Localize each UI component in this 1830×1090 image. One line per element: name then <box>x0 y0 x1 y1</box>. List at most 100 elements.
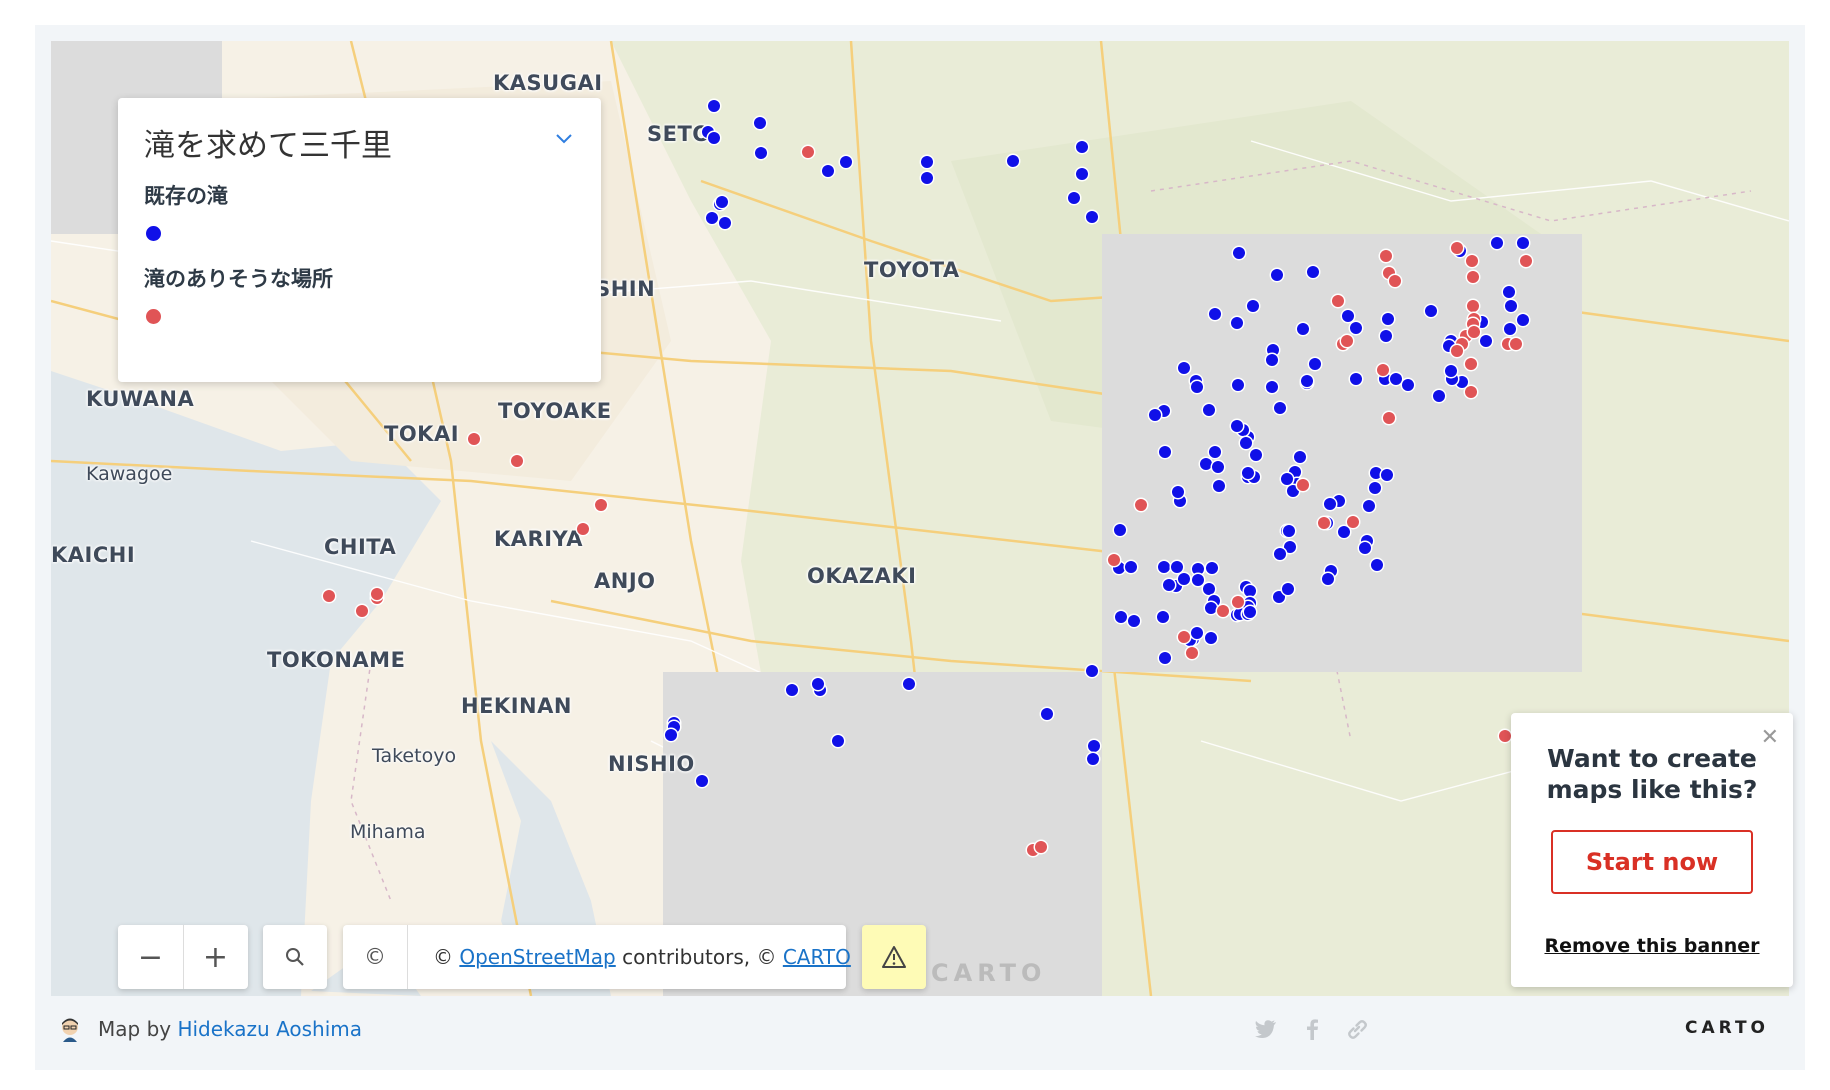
existing-waterfall-marker[interactable] <box>1007 155 1019 167</box>
existing-waterfall-marker[interactable] <box>1371 559 1383 571</box>
candidate-waterfall-marker[interactable] <box>802 146 814 158</box>
existing-waterfall-marker[interactable] <box>1205 602 1217 614</box>
candidate-waterfall-marker[interactable] <box>1186 647 1198 659</box>
existing-waterfall-marker[interactable] <box>1200 458 1212 470</box>
existing-waterfall-marker[interactable] <box>1076 168 1088 180</box>
existing-waterfall-marker[interactable] <box>840 156 852 168</box>
warning-button[interactable] <box>862 925 926 989</box>
candidate-waterfall-marker[interactable] <box>577 523 589 535</box>
existing-waterfall-marker[interactable] <box>1231 420 1243 432</box>
carto-link[interactable]: CARTO <box>783 945 851 969</box>
candidate-waterfall-marker[interactable] <box>1499 730 1511 742</box>
candidate-waterfall-marker[interactable] <box>468 433 480 445</box>
existing-waterfall-marker[interactable] <box>832 735 844 747</box>
existing-waterfall-marker[interactable] <box>1301 375 1313 387</box>
existing-waterfall-marker[interactable] <box>1087 753 1099 765</box>
existing-waterfall-marker[interactable] <box>1203 583 1215 595</box>
existing-waterfall-marker[interactable] <box>1282 583 1294 595</box>
existing-waterfall-marker[interactable] <box>1266 354 1278 366</box>
candidate-waterfall-marker[interactable] <box>1108 554 1120 566</box>
existing-waterfall-marker[interactable] <box>921 172 933 184</box>
existing-waterfall-marker[interactable] <box>1274 402 1286 414</box>
existing-waterfall-marker[interactable] <box>716 196 728 208</box>
existing-waterfall-marker[interactable] <box>1369 482 1381 494</box>
existing-waterfall-marker[interactable] <box>903 678 915 690</box>
existing-waterfall-marker[interactable] <box>1480 335 1492 347</box>
chevron-down-icon[interactable] <box>553 128 575 150</box>
facebook-icon[interactable] <box>1299 1016 1325 1042</box>
candidate-waterfall-marker[interactable] <box>1135 499 1147 511</box>
candidate-waterfall-marker[interactable] <box>1178 631 1190 643</box>
candidate-waterfall-marker[interactable] <box>323 590 335 602</box>
existing-waterfall-marker[interactable] <box>921 156 933 168</box>
candidate-waterfall-marker[interactable] <box>1520 255 1532 267</box>
existing-waterfall-marker[interactable] <box>1159 652 1171 664</box>
candidate-waterfall-marker[interactable] <box>1318 517 1330 529</box>
existing-waterfall-marker[interactable] <box>1363 500 1375 512</box>
existing-waterfall-marker[interactable] <box>755 147 767 159</box>
existing-waterfall-marker[interactable] <box>1191 381 1203 393</box>
existing-waterfall-marker[interactable] <box>1172 486 1184 498</box>
candidate-waterfall-marker[interactable] <box>1451 242 1463 254</box>
existing-waterfall-marker[interactable] <box>1505 300 1517 312</box>
existing-waterfall-marker[interactable] <box>1350 322 1362 334</box>
existing-waterfall-marker[interactable] <box>1402 379 1414 391</box>
existing-waterfall-marker[interactable] <box>1244 585 1256 597</box>
existing-waterfall-marker[interactable] <box>1240 437 1252 449</box>
existing-waterfall-marker[interactable] <box>1274 548 1286 560</box>
existing-waterfall-marker[interactable] <box>708 100 720 112</box>
openstreetmap-link[interactable]: OpenStreetMap <box>459 945 615 969</box>
existing-waterfall-marker[interactable] <box>1271 269 1283 281</box>
existing-waterfall-marker[interactable] <box>1250 449 1262 461</box>
candidate-waterfall-marker[interactable] <box>1467 300 1479 312</box>
existing-waterfall-marker[interactable] <box>665 729 677 741</box>
existing-waterfall-marker[interactable] <box>1491 237 1503 249</box>
existing-waterfall-marker[interactable] <box>1114 524 1126 536</box>
candidate-waterfall-marker[interactable] <box>1466 255 1478 267</box>
existing-waterfall-marker[interactable] <box>1433 390 1445 402</box>
candidate-waterfall-marker[interactable] <box>1217 605 1229 617</box>
existing-waterfall-marker[interactable] <box>1517 314 1529 326</box>
carto-logo[interactable]: CARTO <box>1685 1018 1769 1038</box>
existing-waterfall-marker[interactable] <box>1294 451 1306 463</box>
candidate-waterfall-marker[interactable] <box>511 455 523 467</box>
existing-waterfall-marker[interactable] <box>1232 379 1244 391</box>
existing-waterfall-marker[interactable] <box>1380 330 1392 342</box>
remove-banner-link[interactable]: Remove this banner <box>1511 935 1793 957</box>
existing-waterfall-marker[interactable] <box>1191 627 1203 639</box>
existing-waterfall-marker[interactable] <box>719 217 731 229</box>
author-link[interactable]: Hidekazu Aoshima <box>177 1017 362 1041</box>
existing-waterfall-marker[interactable] <box>1307 266 1319 278</box>
candidate-waterfall-marker[interactable] <box>1347 516 1359 528</box>
existing-waterfall-marker[interactable] <box>1163 579 1175 591</box>
existing-waterfall-marker[interactable] <box>1322 573 1334 585</box>
existing-waterfall-marker[interactable] <box>1445 365 1457 377</box>
existing-waterfall-marker[interactable] <box>754 117 766 129</box>
zoom-in-button[interactable]: + <box>183 925 248 989</box>
existing-waterfall-marker[interactable] <box>1158 561 1170 573</box>
existing-waterfall-marker[interactable] <box>1041 708 1053 720</box>
existing-waterfall-marker[interactable] <box>1149 409 1161 421</box>
existing-waterfall-marker[interactable] <box>1324 498 1336 510</box>
existing-waterfall-marker[interactable] <box>696 775 708 787</box>
candidate-waterfall-marker[interactable] <box>1465 358 1477 370</box>
candidate-waterfall-marker[interactable] <box>1451 345 1463 357</box>
existing-waterfall-marker[interactable] <box>1266 381 1278 393</box>
candidate-waterfall-marker[interactable] <box>1468 326 1480 338</box>
existing-waterfall-marker[interactable] <box>1504 323 1516 335</box>
search-button[interactable] <box>263 925 327 989</box>
candidate-waterfall-marker[interactable] <box>356 605 368 617</box>
existing-waterfall-marker[interactable] <box>1233 247 1245 259</box>
zoom-out-button[interactable]: − <box>118 925 184 989</box>
existing-waterfall-marker[interactable] <box>1178 573 1190 585</box>
existing-waterfall-marker[interactable] <box>1076 141 1088 153</box>
existing-waterfall-marker[interactable] <box>1281 473 1293 485</box>
existing-waterfall-marker[interactable] <box>1115 611 1127 623</box>
existing-waterfall-marker[interactable] <box>1338 526 1350 538</box>
candidate-waterfall-marker[interactable] <box>1389 275 1401 287</box>
existing-waterfall-marker[interactable] <box>822 165 834 177</box>
existing-waterfall-marker[interactable] <box>1242 467 1254 479</box>
existing-waterfall-marker[interactable] <box>812 678 824 690</box>
candidate-waterfall-marker[interactable] <box>1332 295 1344 307</box>
existing-waterfall-marker[interactable] <box>1425 305 1437 317</box>
